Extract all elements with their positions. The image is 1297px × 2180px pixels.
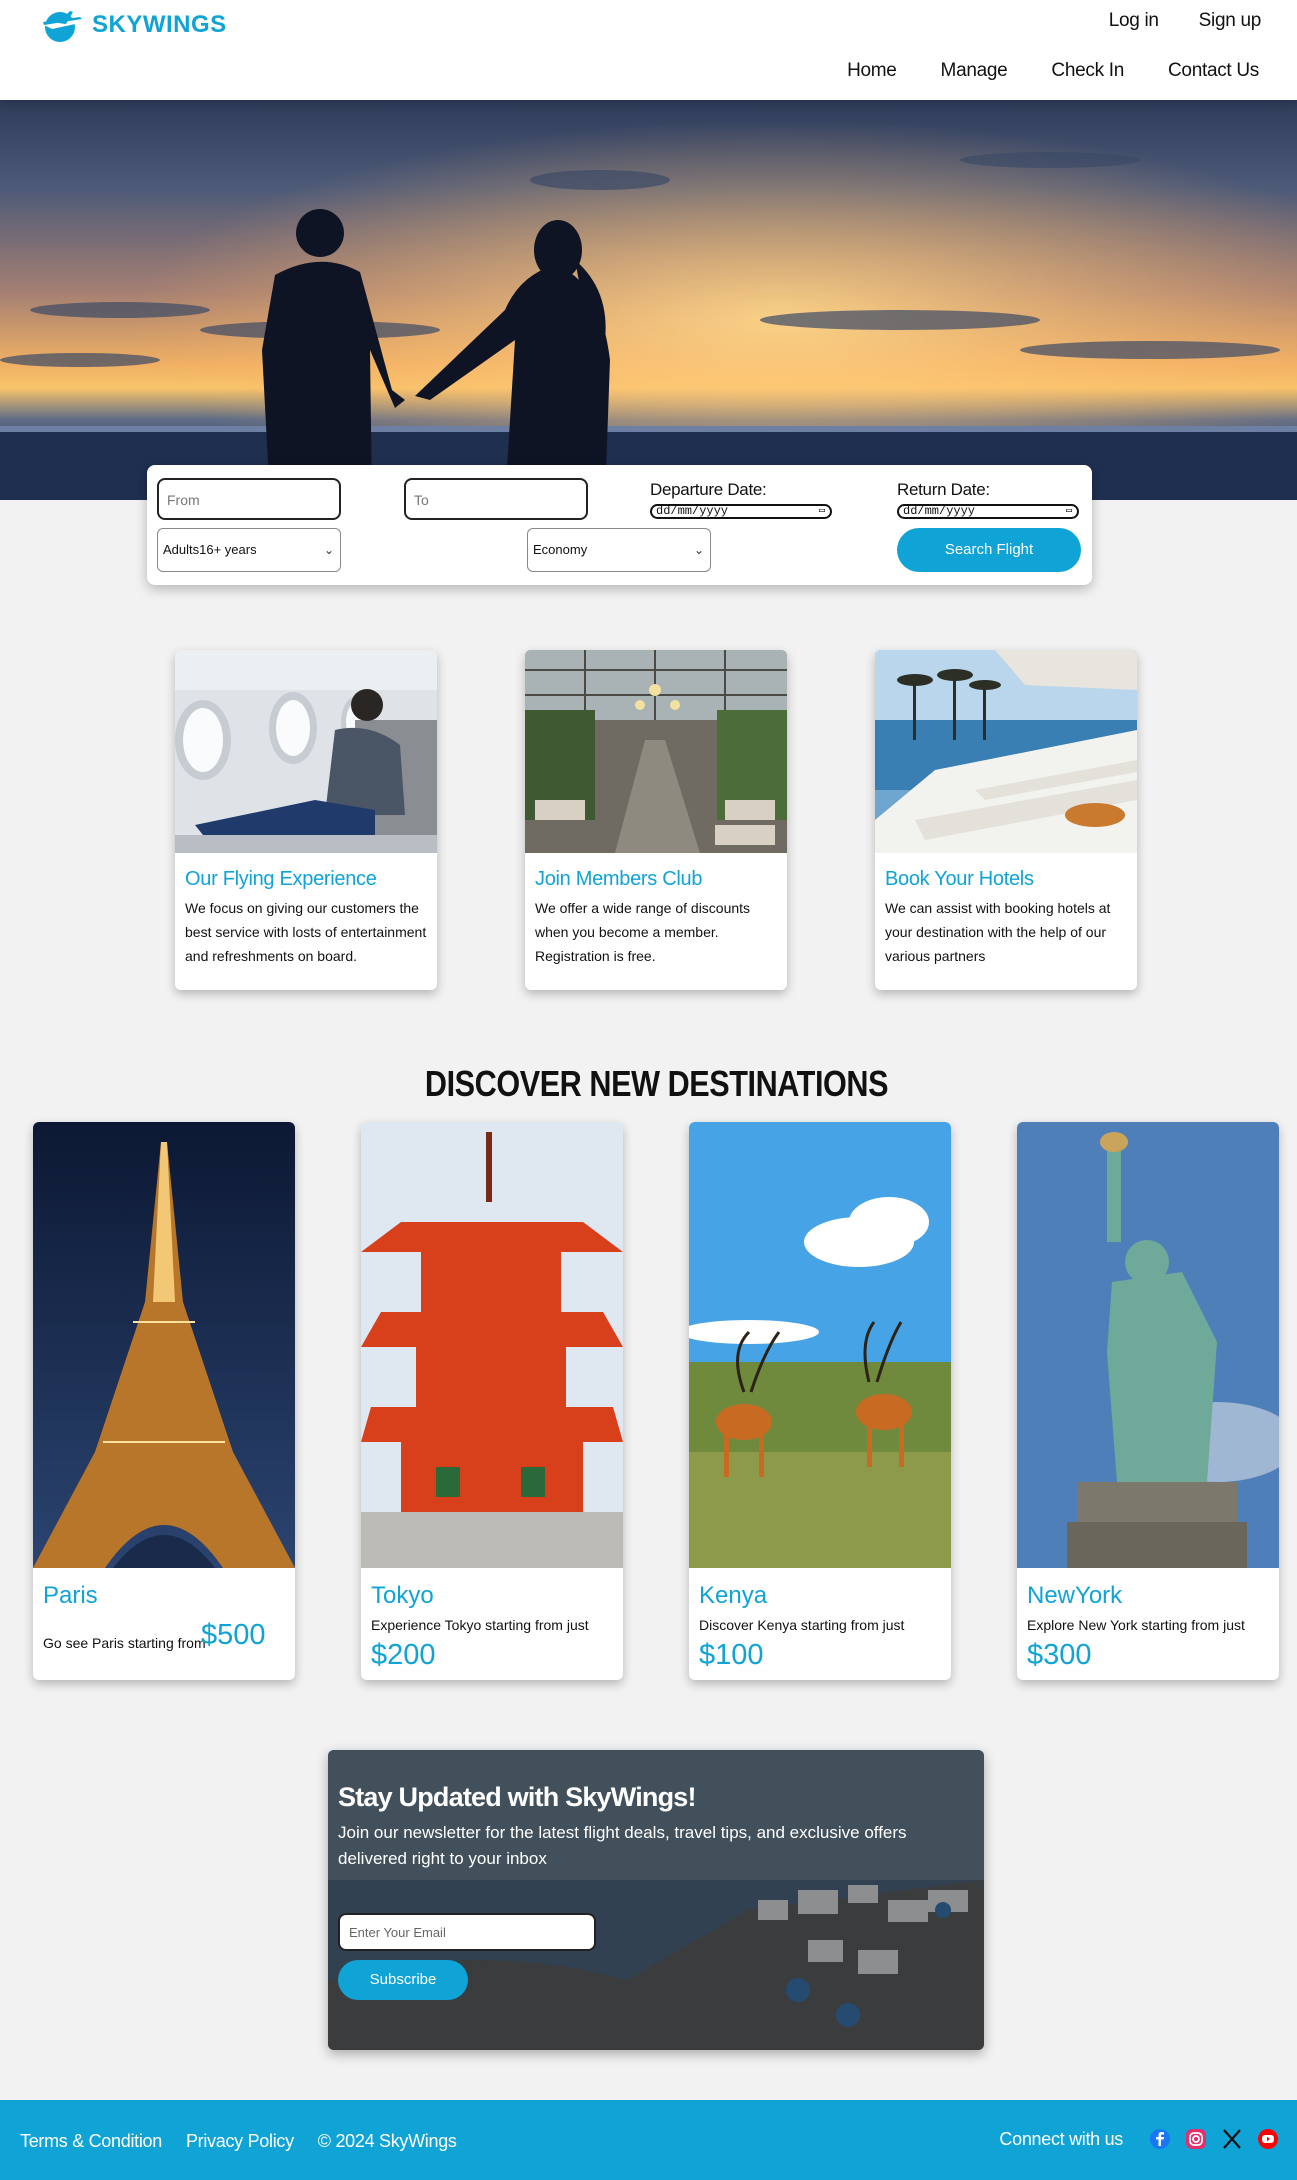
- brand-name: SKYWINGS: [92, 11, 227, 38]
- to-placeholder: To: [414, 492, 429, 508]
- social-links: Connect with us: [999, 2128, 1279, 2150]
- feature-card-flying-experience[interactable]: Our Flying Experience We focus on giving…: [175, 650, 437, 990]
- calendar-icon: ▭: [818, 506, 825, 517]
- pagoda-photo: [361, 1122, 623, 1568]
- resort-photo: [875, 650, 1137, 853]
- from-input[interactable]: From: [157, 478, 341, 520]
- email-placeholder: Enter Your Email: [349, 1925, 446, 1940]
- destination-name: Kenya: [699, 1582, 768, 1609]
- newsletter-section: Stay Updated with SkyWings! Join our new…: [328, 1750, 984, 2050]
- hero-banner: [0, 100, 1297, 500]
- departure-label: Departure Date:: [650, 480, 767, 499]
- destination-text: Explore New York starting from just: [1027, 1617, 1245, 1633]
- x-icon[interactable]: [1221, 2128, 1243, 2150]
- search-flight-button[interactable]: Search Flight: [897, 528, 1081, 572]
- class-select[interactable]: Economy ⌄: [527, 528, 711, 572]
- cabin-photo: [175, 650, 437, 853]
- feature-text: We focus on giving our customers the bes…: [185, 900, 427, 964]
- destination-card-paris[interactable]: Paris Go see Paris starting from $500: [33, 1122, 295, 1680]
- footer-links: Terms & Condition Privacy Policy © 2024 …: [20, 2131, 457, 2152]
- destination-price: $500: [201, 1619, 266, 1651]
- chevron-down-icon: ⌄: [693, 543, 704, 557]
- destination-card-newyork[interactable]: NewYork Explore New York starting from j…: [1017, 1122, 1279, 1680]
- flight-search-form: From To Departure Date: dd/mm/yyyy ▭ Ret…: [147, 465, 1092, 585]
- destinations-heading: DISCOVER NEW DESTINATIONS: [424, 1063, 889, 1104]
- destination-text: Experience Tokyo starting from just: [371, 1617, 589, 1633]
- site-header: SKYWINGS Log in Sign up Home Manage Chec…: [0, 0, 1297, 100]
- from-placeholder: From: [167, 492, 200, 508]
- signup-link[interactable]: Sign up: [1199, 10, 1262, 32]
- auth-links: Log in Sign up: [1109, 10, 1262, 32]
- privacy-link[interactable]: Privacy Policy: [186, 2131, 294, 2152]
- connect-label: Connect with us: [999, 2128, 1123, 2149]
- facebook-icon[interactable]: [1149, 2128, 1171, 2150]
- destination-name: Paris: [43, 1582, 98, 1609]
- email-input[interactable]: Enter Your Email: [338, 1913, 596, 1951]
- departure-date-input[interactable]: dd/mm/yyyy ▭: [650, 504, 832, 519]
- antelope-photo: [689, 1122, 951, 1568]
- nav-contact-us[interactable]: Contact Us: [1168, 60, 1259, 82]
- feature-card-members-club[interactable]: Join Members Club We offer a wide range …: [525, 650, 787, 990]
- subscribe-button[interactable]: Subscribe: [338, 1960, 468, 2000]
- departure-date-placeholder: dd/mm/yyyy: [656, 504, 729, 518]
- feature-title: Book Your Hotels: [885, 868, 1034, 890]
- chevron-down-icon: ⌄: [323, 543, 334, 557]
- statue-of-liberty-photo: [1017, 1122, 1279, 1568]
- feature-title: Join Members Club: [535, 868, 703, 890]
- instagram-icon[interactable]: [1185, 2128, 1207, 2150]
- destination-name: Tokyo: [371, 1582, 434, 1609]
- class-value: Economy: [533, 542, 588, 557]
- plane-logo-icon: [42, 11, 82, 42]
- copyright: © 2024 SkyWings: [317, 2131, 457, 2151]
- destination-text: Discover Kenya starting from just: [699, 1617, 905, 1633]
- login-link[interactable]: Log in: [1109, 10, 1159, 32]
- terms-link[interactable]: Terms & Condition: [20, 2131, 162, 2152]
- nav-home[interactable]: Home: [847, 60, 897, 82]
- feature-card-hotels[interactable]: Book Your Hotels We can assist with book…: [875, 650, 1137, 990]
- destination-price: $100: [699, 1639, 764, 1671]
- feature-title: Our Flying Experience: [185, 868, 377, 890]
- destination-text: Go see Paris starting from: [43, 1635, 206, 1651]
- destination-price: $300: [1027, 1639, 1092, 1671]
- feature-text: We can assist with booking hotels at you…: [885, 900, 1111, 964]
- nav-manage[interactable]: Manage: [941, 60, 1008, 82]
- destination-card-tokyo[interactable]: Tokyo Experience Tokyo starting from jus…: [361, 1122, 623, 1680]
- newsletter-title: Stay Updated with SkyWings!: [338, 1782, 697, 1812]
- youtube-icon[interactable]: [1257, 2128, 1279, 2150]
- feature-text: We offer a wide range of discounts when …: [535, 900, 751, 964]
- main-nav: Home Manage Check In Contact Us: [847, 60, 1259, 82]
- hero-sunset-couple-image: [0, 100, 1297, 500]
- return-date-placeholder: dd/mm/yyyy: [903, 504, 976, 518]
- lounge-photo: [525, 650, 787, 853]
- calendar-icon: ▭: [1065, 506, 1072, 517]
- site-footer: Terms & Condition Privacy Policy © 2024 …: [0, 2100, 1297, 2180]
- return-date-input[interactable]: dd/mm/yyyy ▭: [897, 504, 1079, 519]
- logo[interactable]: SKYWINGS: [40, 7, 227, 43]
- newsletter-text: Join our newsletter for the latest fligh…: [338, 1823, 907, 1868]
- passengers-select[interactable]: Adults16+ years ⌄: [157, 528, 341, 572]
- passengers-value: Adults16+ years: [163, 542, 257, 557]
- return-label: Return Date:: [897, 480, 990, 499]
- destination-name: NewYork: [1027, 1582, 1123, 1609]
- destination-card-kenya[interactable]: Kenya Discover Kenya starting from just …: [689, 1122, 951, 1680]
- destination-price: $200: [371, 1639, 436, 1671]
- to-input[interactable]: To: [404, 478, 588, 520]
- eiffel-tower-photo: [33, 1122, 295, 1568]
- nav-check-in[interactable]: Check In: [1051, 60, 1124, 82]
